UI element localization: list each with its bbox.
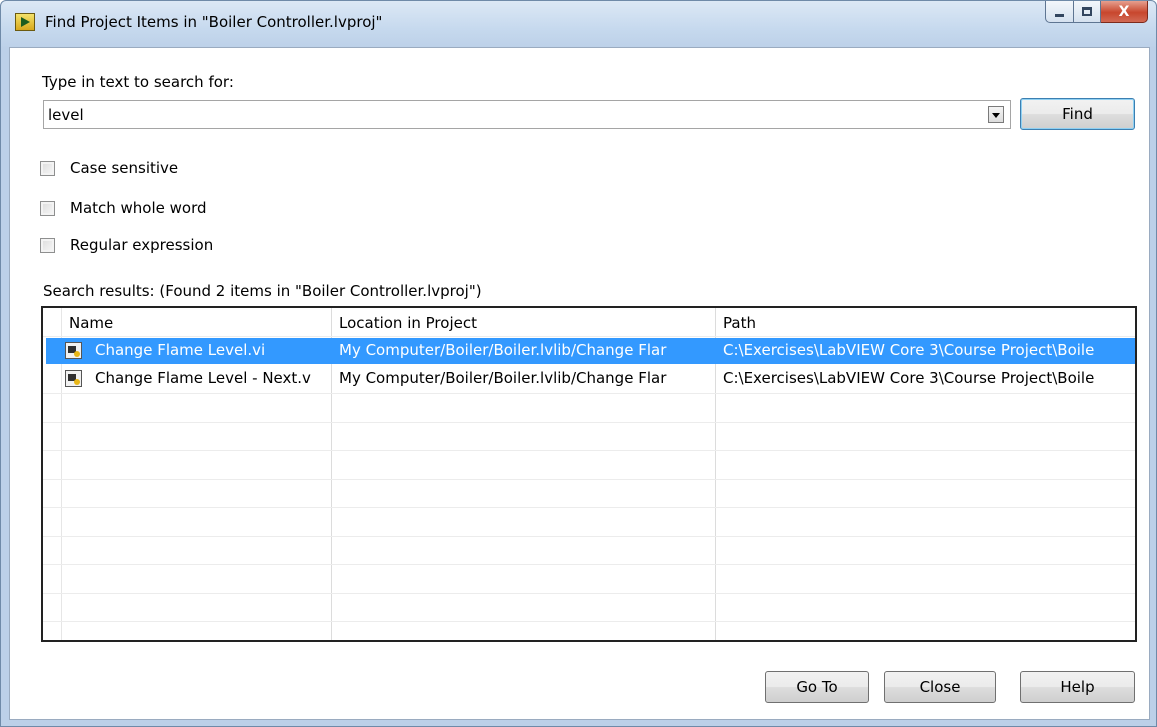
vi-file-icon — [65, 370, 82, 387]
title-bar[interactable]: Find Project Items in "Boiler Controller… — [1, 1, 1157, 47]
row-line — [43, 450, 1135, 451]
search-combobox[interactable]: level — [43, 100, 1011, 129]
close-window-button[interactable]: X — [1101, 1, 1148, 23]
column-header-name[interactable]: Name — [69, 314, 113, 332]
search-results-table[interactable]: Name Location in Project Path Change Fla… — [41, 306, 1137, 642]
column-header-path[interactable]: Path — [723, 314, 756, 332]
row-path-cell[interactable]: C:\Exercises\LabVIEW Core 3\Course Proje… — [723, 341, 1133, 359]
labview-app-icon[interactable] — [15, 13, 35, 31]
row-name-cell[interactable]: Change Flame Level.vi — [95, 341, 329, 359]
row-line — [43, 479, 1135, 480]
column-header-location[interactable]: Location in Project — [339, 314, 477, 332]
table-row[interactable]: Change Flame Level - Next.v My Computer/… — [43, 366, 1135, 392]
row-name-cell[interactable]: Change Flame Level - Next.v — [95, 369, 329, 387]
help-button[interactable]: Help — [1020, 671, 1135, 703]
header-divider — [43, 336, 1135, 337]
row-line — [43, 507, 1135, 508]
match-whole-word-label: Match whole word — [70, 199, 207, 217]
minimize-icon — [1055, 14, 1064, 17]
regular-expression-checkbox[interactable] — [40, 237, 55, 253]
option-regular-expression[interactable]: Regular expression — [40, 235, 213, 255]
table-header: Name Location in Project Path — [43, 308, 1135, 336]
close-button[interactable]: Close — [884, 671, 996, 703]
close-icon: X — [1118, 3, 1130, 20]
row-line — [43, 393, 1135, 394]
vi-file-icon — [65, 342, 82, 359]
minimize-button[interactable] — [1045, 1, 1074, 23]
row-line — [43, 422, 1135, 423]
row-line — [43, 564, 1135, 565]
find-button[interactable]: Find — [1020, 98, 1135, 130]
find-project-items-window: Find Project Items in "Boiler Controller… — [0, 0, 1157, 727]
match-whole-word-checkbox[interactable] — [40, 200, 55, 216]
table-row[interactable]: Change Flame Level.vi My Computer/Boiler… — [43, 338, 1135, 364]
window-controls: X — [1045, 1, 1148, 23]
search-results-summary: Search results: (Found 2 items in "Boile… — [43, 282, 482, 300]
window-title: Find Project Items in "Boiler Controller… — [45, 13, 383, 31]
dialog-body: Type in text to search for: level Find C… — [9, 47, 1150, 720]
row-line — [43, 621, 1135, 622]
search-prompt-label: Type in text to search for: — [42, 73, 234, 91]
row-location-cell[interactable]: My Computer/Boiler/Boiler.lvlib/Change F… — [339, 369, 713, 387]
case-sensitive-checkbox[interactable] — [40, 160, 55, 176]
case-sensitive-label: Case sensitive — [70, 159, 179, 177]
row-location-cell[interactable]: My Computer/Boiler/Boiler.lvlib/Change F… — [339, 341, 713, 359]
regular-expression-label: Regular expression — [70, 236, 214, 254]
option-match-whole-word[interactable]: Match whole word — [40, 198, 207, 218]
dropdown-arrow-icon[interactable] — [988, 106, 1004, 123]
row-line — [43, 536, 1135, 537]
maximize-button[interactable] — [1074, 1, 1101, 23]
maximize-icon — [1082, 7, 1092, 16]
search-input[interactable]: level — [48, 106, 84, 124]
go-to-button[interactable]: Go To — [765, 671, 869, 703]
row-path-cell[interactable]: C:\Exercises\LabVIEW Core 3\Course Proje… — [723, 369, 1133, 387]
option-case-sensitive[interactable]: Case sensitive — [40, 158, 178, 178]
row-line — [43, 593, 1135, 594]
